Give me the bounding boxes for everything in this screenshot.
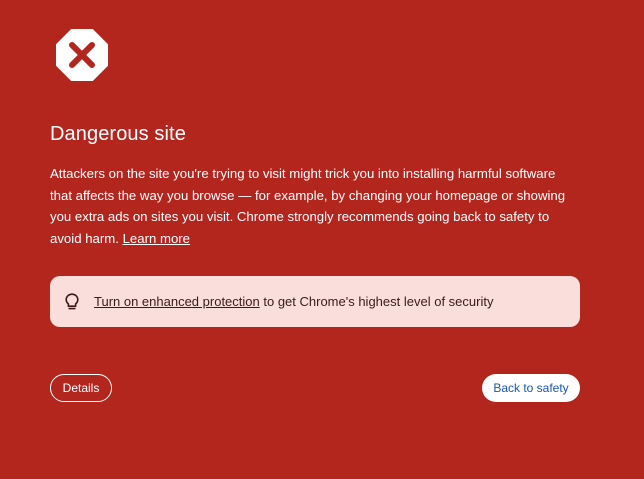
learn-more-link[interactable]: Learn more xyxy=(123,231,190,246)
enhanced-protection-promo: Turn on enhanced protection to get Chrom… xyxy=(50,276,580,327)
warning-description: Attackers on the site you're trying to v… xyxy=(50,163,580,249)
details-button[interactable]: Details xyxy=(50,374,112,402)
lightbulb-icon xyxy=(65,292,79,309)
danger-octagon-x-icon xyxy=(56,29,108,81)
page-title: Dangerous site xyxy=(50,123,186,145)
promo-rest-text: to get Chrome's highest level of securit… xyxy=(259,294,494,309)
promo-text: Turn on enhanced protection to get Chrom… xyxy=(94,294,493,309)
enhanced-protection-link[interactable]: Turn on enhanced protection xyxy=(94,294,260,309)
back-to-safety-button[interactable]: Back to safety xyxy=(482,374,580,402)
